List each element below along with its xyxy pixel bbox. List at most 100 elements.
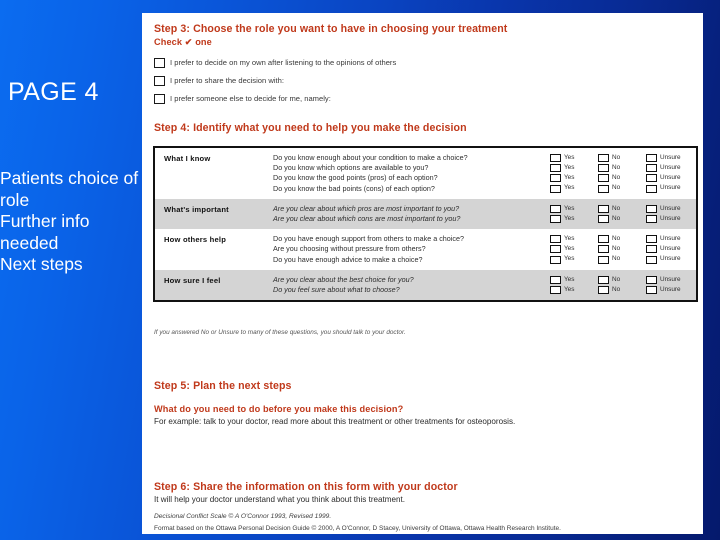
checkbox-icon[interactable] [550,184,561,193]
checkbox-icon[interactable] [598,245,609,254]
checkbox-icon[interactable] [646,204,657,213]
answer-row: Yes No Unsure [550,173,696,183]
answer-yes[interactable]: Yes [550,245,598,254]
role-option-row[interactable]: I prefer to share the decision with: [154,72,674,90]
checkbox-icon[interactable] [646,245,657,254]
checkbox-icon[interactable] [598,215,609,224]
checkbox-icon[interactable] [550,174,561,183]
checkbox-icon[interactable] [646,184,657,193]
table-row-answers: Yes No Unsure Yes No Unsure Yes No Unsur… [550,229,696,270]
answer-no[interactable]: No [598,286,646,295]
checkbox-icon[interactable] [154,58,165,68]
answer-no[interactable]: No [598,164,646,173]
answer-label: Yes [564,234,575,242]
checkbox-icon[interactable] [550,245,561,254]
checkbox-icon[interactable] [598,164,609,173]
table-row-questions: Do you know enough about your condition … [273,148,550,199]
answer-unsure[interactable]: Unsure [646,174,694,183]
answer-no[interactable]: No [598,215,646,224]
answer-unsure[interactable]: Unsure [646,255,694,264]
checkbox-icon[interactable] [646,215,657,224]
checkbox-icon[interactable] [550,215,561,224]
answer-unsure[interactable]: Unsure [646,215,694,224]
checkbox-icon[interactable] [598,255,609,264]
footer-copyright: Decisional Conflict Scale © A O'Connor 1… [154,513,332,520]
role-option-row[interactable]: I prefer to decide on my own after liste… [154,54,674,72]
answer-unsure[interactable]: Unsure [646,235,694,244]
answer-no[interactable]: No [598,205,646,214]
checkbox-icon[interactable] [550,204,561,213]
answer-yes[interactable]: Yes [550,286,598,295]
answer-label: Yes [564,214,575,222]
answer-no[interactable]: No [598,245,646,254]
checkbox-icon[interactable] [598,275,609,284]
answer-unsure[interactable]: Unsure [646,245,694,254]
answer-unsure[interactable]: Unsure [646,164,694,173]
checkbox-icon[interactable] [550,255,561,264]
answer-label: Unsure [660,275,681,283]
answer-no[interactable]: No [598,255,646,264]
answer-yes[interactable]: Yes [550,174,598,183]
answer-yes[interactable]: Yes [550,235,598,244]
answer-row: Yes No Unsure [550,234,696,244]
answer-label: No [612,214,621,222]
slide-bullet: Next steps [0,254,83,275]
answer-row: Yes No Unsure [550,255,696,265]
answer-row: Yes No Unsure [550,153,696,163]
checkbox-icon[interactable] [646,164,657,173]
table-row: How sure I feel Are you clear about the … [155,269,696,301]
answer-label: Yes [564,204,575,212]
answer-label: Unsure [660,184,681,192]
answer-label: Unsure [660,255,681,263]
answer-label: Yes [564,275,575,283]
answer-label: No [612,234,621,242]
answer-yes[interactable]: Yes [550,255,598,264]
checkbox-icon[interactable] [598,184,609,193]
answer-label: Unsure [660,153,681,161]
checkbox-icon[interactable] [598,204,609,213]
answer-unsure[interactable]: Unsure [646,184,694,193]
checkbox-icon[interactable] [154,76,165,86]
checkbox-icon[interactable] [598,286,609,295]
answer-no[interactable]: No [598,154,646,163]
checkbox-icon[interactable] [646,174,657,183]
checkbox-icon[interactable] [646,255,657,264]
checkbox-icon[interactable] [550,154,561,163]
checkbox-icon[interactable] [550,275,561,284]
answer-no[interactable]: No [598,276,646,285]
checkbox-icon[interactable] [598,174,609,183]
checkbox-icon[interactable] [646,235,657,244]
answer-label: Unsure [660,174,681,182]
answer-unsure[interactable]: Unsure [646,205,694,214]
answer-yes[interactable]: Yes [550,215,598,224]
checkbox-icon[interactable] [646,286,657,295]
role-option-row[interactable]: I prefer someone else to decide for me, … [154,90,674,108]
answer-yes[interactable]: Yes [550,164,598,173]
answer-no[interactable]: No [598,184,646,193]
checkbox-icon[interactable] [646,275,657,284]
answer-yes[interactable]: Yes [550,205,598,214]
answer-yes[interactable]: Yes [550,184,598,193]
checkbox-icon[interactable] [550,286,561,295]
answer-no[interactable]: No [598,174,646,183]
checkbox-icon[interactable] [550,235,561,244]
answer-unsure[interactable]: Unsure [646,276,694,285]
checkmark-icon: ✔ [184,37,193,47]
checkbox-icon[interactable] [154,94,165,104]
table-question: Are you clear about the best choice for … [273,274,414,284]
table-question: Do you know enough about your condition … [273,153,468,162]
checkbox-icon[interactable] [598,154,609,163]
table-question: Do you know which options are available … [273,163,429,173]
checkbox-icon[interactable] [598,235,609,244]
answer-unsure[interactable]: Unsure [646,286,694,295]
table-question: Are you choosing without pressure from o… [273,244,426,254]
checkbox-icon[interactable] [550,164,561,173]
table-row: How others help Do you have enough suppo… [155,229,696,270]
checkbox-icon[interactable] [646,154,657,163]
answer-label: Unsure [660,214,681,222]
step5-question: What do you need to do before you make t… [154,404,404,414]
answer-yes[interactable]: Yes [550,276,598,285]
answer-unsure[interactable]: Unsure [646,154,694,163]
answer-yes[interactable]: Yes [550,154,598,163]
answer-no[interactable]: No [598,235,646,244]
